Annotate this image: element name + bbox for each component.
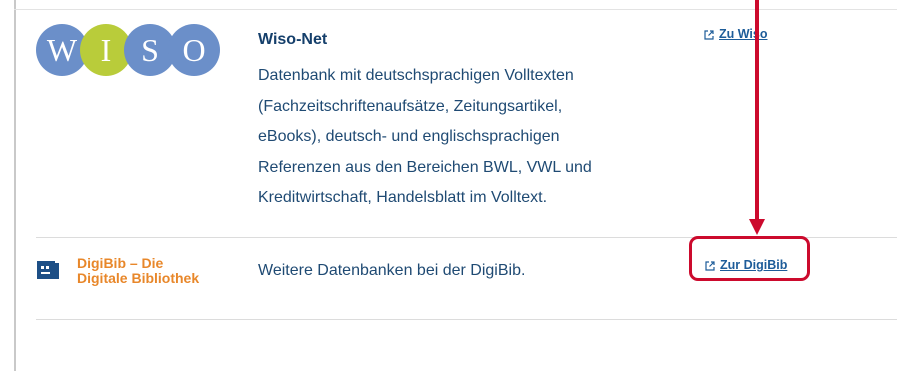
wiso-logo-letter-i: I (101, 32, 112, 68)
digibib-logo: DigiBib – Die Digitale Bibliothek (36, 256, 236, 296)
wiso-description-line: Referenzen aus den Bereichen BWL, VWL un… (258, 158, 592, 176)
digibib-book-icon (37, 261, 59, 279)
wiso-logo: W I S O (36, 24, 220, 76)
wiso-description: Datenbank mit deutschsprachigen Volltext… (258, 61, 688, 214)
annotation-highlight-box (689, 236, 810, 281)
row-divider (36, 319, 897, 320)
wiso-title: Wiso-Net (258, 31, 328, 48)
wiso-description-line: (Fachzeitschriftenaufsätze, Zeitungsarti… (258, 97, 563, 115)
annotation-arrow-head (749, 219, 765, 235)
content-frame-top-border (14, 9, 897, 10)
wiso-logo-letter-w: W (47, 32, 78, 68)
content-frame-left-border (14, 0, 16, 371)
zu-wiso-link-label: Zu Wiso (719, 27, 768, 41)
wiso-description-line: Kreditwirtschaft, Handelsblatt im Vollte… (258, 189, 548, 206)
digibib-logo-line-1: DigiBib – Die (77, 255, 164, 271)
digibib-description: Weitere Datenbanken bei der DigiBib. (258, 262, 526, 279)
wiso-description-line: eBooks), deutsch- und englischsprachigen (258, 128, 560, 145)
digibib-logo-text: DigiBib – Die Digitale Bibliothek (77, 256, 199, 286)
wiso-logo-letter-o: O (182, 32, 205, 68)
wiso-description-line: Datenbank mit deutschsprachigen Volltext… (258, 67, 574, 84)
annotation-arrow-shaft (755, 0, 759, 220)
wiso-logo-letter-s: S (141, 32, 159, 68)
digibib-logo-line-2: Digitale Bibliothek (77, 270, 200, 286)
external-link-icon (704, 29, 714, 40)
